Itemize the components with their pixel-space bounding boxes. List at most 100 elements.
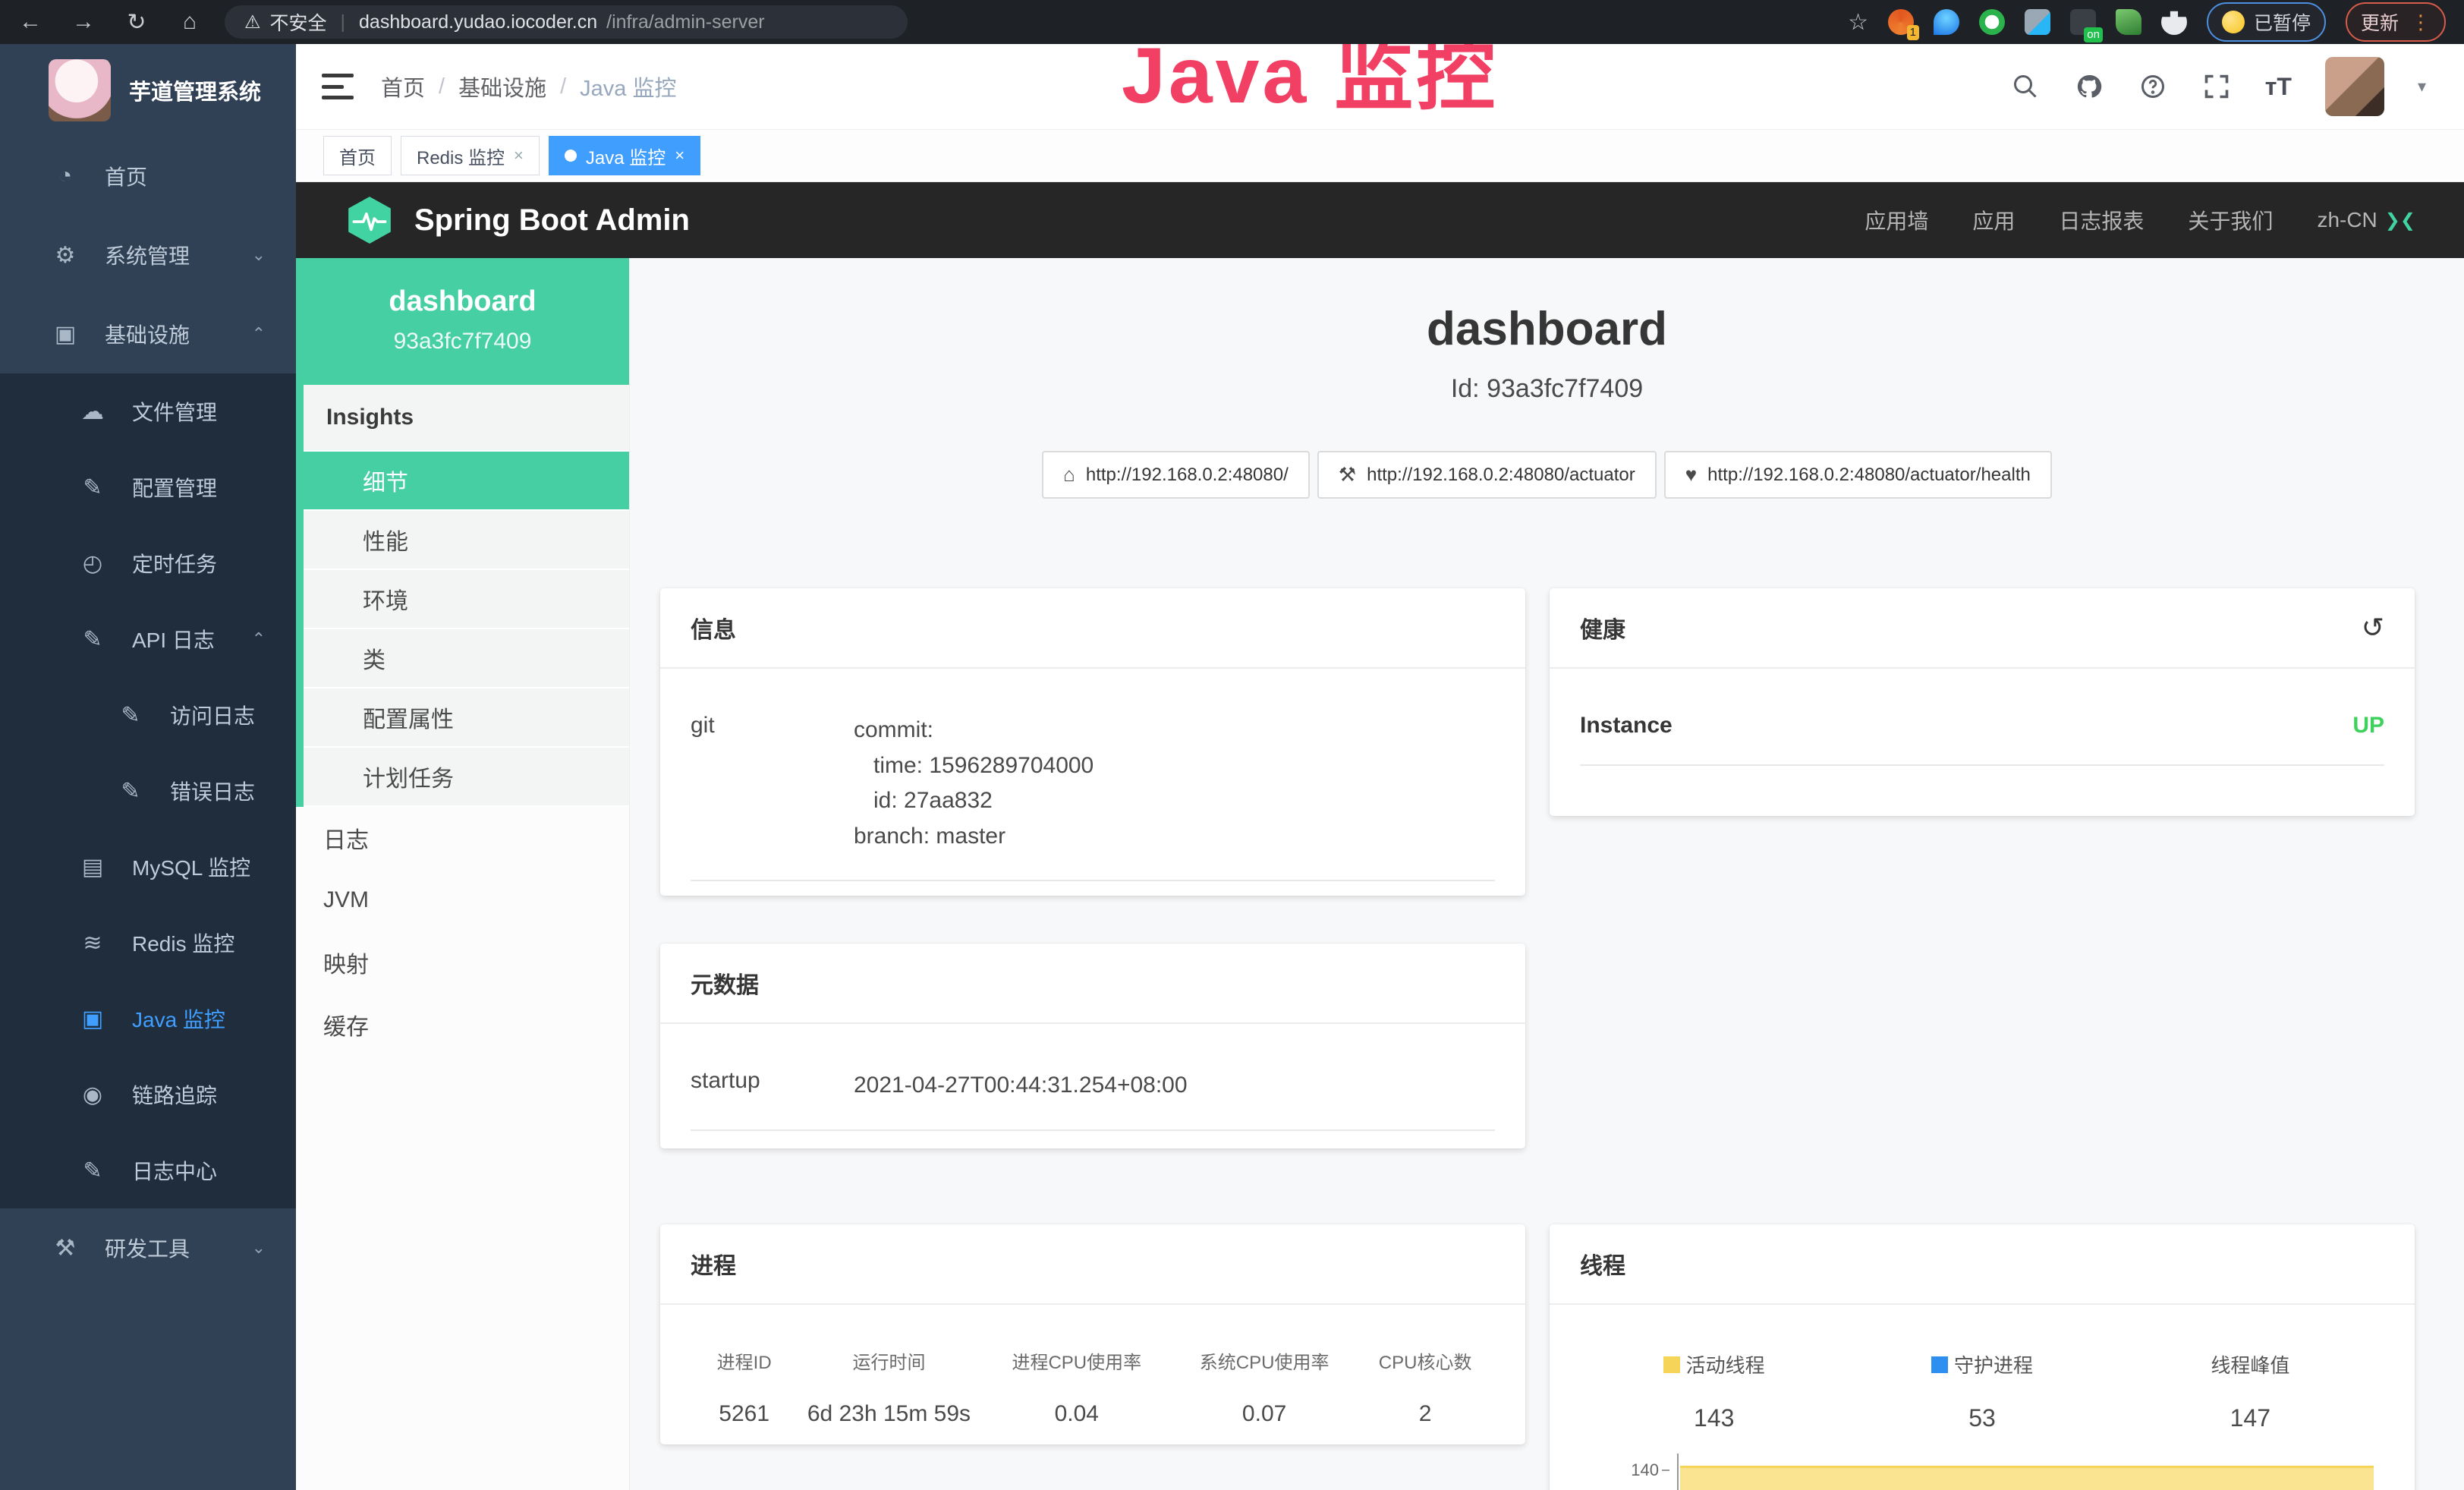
spring-boot-admin-logo-icon (345, 195, 395, 245)
infrastructure-submenu: ☁ 文件管理 ✎ 配置管理 ◴ 定时任务 ✎ API 日志 ⌃ ✎ (0, 373, 296, 1208)
instance-menu-jvm[interactable]: JVM (296, 869, 629, 931)
font-size-icon[interactable]: тТ (2265, 73, 2292, 101)
threads-chart-plot (1677, 1454, 2374, 1490)
update-button[interactable]: 更新 ⋮ (2346, 2, 2446, 42)
fullscreen-icon[interactable] (2201, 71, 2232, 102)
tab-redis-monitor[interactable]: Redis 监控 × (401, 136, 540, 175)
security-warning-label[interactable]: 不安全 (270, 8, 327, 36)
info-card: 信息 git commit: time: 1596289704000 id: 2… (660, 588, 1525, 896)
health-url-button[interactable]: ♥ http://192.168.0.2:48080/actuator/heal… (1664, 451, 2052, 499)
process-id-value: 5261 (691, 1401, 798, 1427)
instance-menu-caches[interactable]: 缓存 (296, 994, 629, 1056)
extension-green-circle-icon[interactable] (1979, 9, 2005, 35)
insights-group: Insights 细节 性能 环境 类 配置属性 计划任务 (296, 385, 629, 807)
sidebar-item-access-logs[interactable]: ✎ 访问日志 (0, 677, 296, 753)
sidebar-item-mysql-monitor[interactable]: ▤ MySQL 监控 (0, 829, 296, 905)
instance-menu-metrics[interactable]: 性能 (304, 511, 629, 570)
browser-menu-icon[interactable]: ⋮ (2411, 11, 2431, 34)
locale-selector[interactable]: zh-CN ❯❮ (2317, 208, 2415, 232)
user-avatar[interactable] (2325, 57, 2384, 116)
gear-icon: ⚙ (49, 242, 82, 269)
active-threads-value: 143 (1580, 1404, 1848, 1432)
info-card-title: 信息 (691, 611, 736, 644)
instance-menu-config-props[interactable]: 配置属性 (304, 688, 629, 748)
breadcrumb-home[interactable]: 首页 (381, 71, 425, 102)
breadcrumb-infrastructure[interactable]: 基础设施 (458, 71, 546, 102)
sidebar-item-log-center[interactable]: ✎ 日志中心 (0, 1132, 296, 1208)
sidebar-item-api-logs[interactable]: ✎ API 日志 ⌃ (0, 601, 296, 677)
close-icon[interactable]: × (514, 146, 524, 165)
paused-badge[interactable]: 已暂停 (2207, 2, 2326, 42)
sidebar-item-home[interactable]: ◔ 首页 (0, 137, 296, 216)
extension-tampermonkey-icon[interactable]: on (2070, 9, 2096, 35)
url-domain[interactable]: dashboard.yudao.iocoder.cn (359, 11, 597, 33)
mysql-icon: ▤ (76, 854, 109, 880)
actuator-url-button[interactable]: ⚒ http://192.168.0.2:48080/actuator (1317, 451, 1657, 499)
browser-chrome: ← → ↻ ⌂ ⚠ 不安全 | dashboard.yudao.iocoder.… (0, 0, 2464, 44)
sidebar-item-infrastructure[interactable]: ▣ 基础设施 ⌃ (0, 295, 296, 373)
status-badge: UP (2352, 713, 2384, 739)
active-threads-legend-icon (1663, 1356, 1680, 1373)
instance-menu-scheduled[interactable]: 计划任务 (304, 748, 629, 807)
screenshot-root: Java 监控 ← → ↻ ⌂ ⚠ 不安全 | dashboard.yudao.… (0, 0, 2464, 1490)
process-card-title: 进程 (691, 1247, 736, 1281)
sidebar-item-file-management[interactable]: ☁ 文件管理 (0, 373, 296, 449)
extension-pin-icon[interactable] (1934, 9, 1959, 35)
browser-reload-icon[interactable]: ↻ (123, 9, 150, 36)
sba-nav-about[interactable]: 关于我们 (2188, 205, 2273, 235)
home-icon: ⌂ (1063, 463, 1075, 487)
url-path[interactable]: /infra/admin-server (606, 11, 764, 33)
sba-brand-title[interactable]: Spring Boot Admin (414, 203, 690, 238)
sba-nav-applications[interactable]: 应用 (1972, 205, 2015, 235)
instance-menu-mappings[interactable]: 映射 (296, 931, 629, 994)
tab-java-monitor[interactable]: Java 监控 × (549, 136, 700, 175)
help-icon[interactable] (2138, 71, 2168, 102)
bookmark-star-icon[interactable]: ☆ (1848, 9, 1868, 36)
github-icon[interactable] (2074, 71, 2104, 102)
sidebar-item-error-logs[interactable]: ✎ 错误日志 (0, 753, 296, 829)
sba-nav-wallboard[interactable]: 应用墙 (1865, 205, 1928, 235)
avatar-caret-icon[interactable]: ▾ (2418, 77, 2426, 96)
timer-icon: ◴ (76, 550, 109, 577)
sba-nav-journal[interactable]: 日志报表 (2059, 205, 2144, 235)
sidebar-item-java-monitor[interactable]: ▣ Java 监控 (0, 981, 296, 1057)
threads-chart: 140 120 100 (1580, 1454, 2384, 1490)
devtools-icon: ⚒ (49, 1235, 82, 1262)
instance-menu-logs[interactable]: 日志 (296, 807, 629, 869)
extension-puzzle-icon[interactable] (2161, 9, 2187, 35)
hamburger-icon[interactable] (322, 74, 354, 99)
browser-forward-icon[interactable]: → (70, 9, 97, 35)
wrench-icon: ⚒ (1339, 463, 1356, 487)
service-url-button[interactable]: ⌂ http://192.168.0.2:48080/ (1042, 451, 1310, 499)
sidebar-item-scheduled-tasks[interactable]: ◴ 定时任务 (0, 525, 296, 601)
sidebar-item-trace[interactable]: ◉ 链路追踪 (0, 1057, 296, 1132)
sidebar-item-redis-monitor[interactable]: ≋ Redis 监控 (0, 905, 296, 981)
health-card-title: 健康 (1580, 611, 1625, 644)
extension-leaf-icon[interactable] (2116, 9, 2141, 35)
sidebar-item-devtools[interactable]: ⚒ 研发工具 ⌄ (0, 1208, 296, 1287)
threads-card-title: 线程 (1580, 1247, 1625, 1281)
browser-home-icon[interactable]: ⌂ (176, 9, 203, 35)
tab-home[interactable]: 首页 (323, 136, 392, 175)
heartbeat-icon: ♥ (1685, 463, 1697, 487)
close-icon[interactable]: × (675, 146, 684, 165)
cloud-upload-icon: ☁ (76, 398, 109, 425)
address-bar[interactable]: ⚠ 不安全 | dashboard.yudao.iocoder.cn/infra… (225, 5, 908, 39)
extension-orange-icon[interactable]: 1 (1888, 9, 1914, 35)
instance-menu-environment[interactable]: 环境 (304, 570, 629, 629)
sidebar-item-system[interactable]: ⚙ 系统管理 ⌄ (0, 216, 296, 295)
history-icon[interactable]: ↺ (2362, 612, 2384, 644)
instance-menu-details[interactable]: 细节 (304, 452, 629, 511)
app-logo-row[interactable]: 芋道管理系统 (0, 44, 296, 137)
sidebar-item-config-management[interactable]: ✎ 配置管理 (0, 449, 296, 525)
instance-menu-classes[interactable]: 类 (304, 629, 629, 688)
chevron-down-icon: ❯❮ (2385, 209, 2415, 232)
extension-grid-icon[interactable] (2025, 9, 2050, 35)
chevron-up-icon: ⌃ (252, 324, 266, 344)
instance-sidebar: dashboard 93a3fc7f7409 Insights 细节 性能 环境… (296, 258, 630, 1490)
browser-back-icon[interactable]: ← (17, 9, 44, 35)
log-center-icon: ✎ (76, 1158, 109, 1184)
workspace: 首页 / 基础设施 / Java 监控 тТ (296, 44, 2464, 1490)
search-icon[interactable] (2010, 71, 2041, 102)
dashboard-icon: ◔ (49, 163, 82, 189)
